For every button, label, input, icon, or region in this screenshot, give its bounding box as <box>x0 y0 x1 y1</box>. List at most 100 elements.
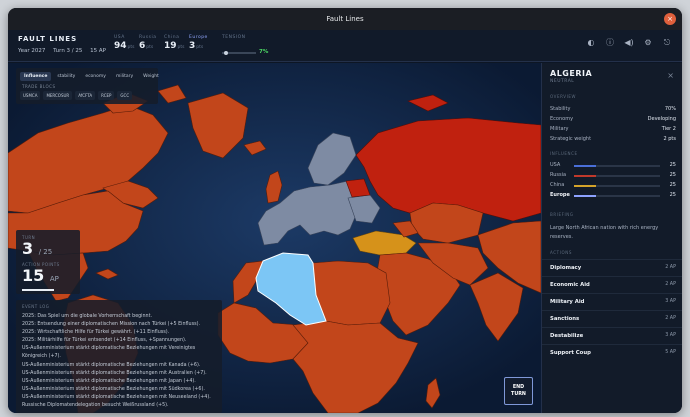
action-cost: 3 AP <box>665 299 676 304</box>
ap-bar <box>22 289 54 291</box>
event-log-panel[interactable]: EVENT LOG 2025: Das Spiel um die globale… <box>16 300 222 413</box>
action-sanctions[interactable]: Sanctions 2 AP <box>542 310 682 327</box>
turn-number: 3 <box>22 239 34 258</box>
log-line: 2025: Wirtschaftliche Hilfe für Türkei g… <box>22 330 170 336</box>
score-usa: USA 94pts <box>114 35 135 51</box>
score-usa-label: USA <box>114 35 125 40</box>
influence-fill <box>574 174 596 177</box>
action-cost: 2 AP <box>665 316 676 321</box>
tab-stability[interactable]: stability <box>53 72 79 81</box>
score-china: China 19pts <box>164 35 185 51</box>
influence-fill <box>574 184 596 187</box>
score-usa-unit: pts <box>127 45 135 50</box>
tab-military[interactable]: military <box>112 72 137 81</box>
end-turn-line2: TURN <box>511 392 526 397</box>
influence-value: 25 <box>669 182 676 188</box>
log-line: US-Außenministerium stärkt diplomatische… <box>22 346 196 352</box>
overview-row: Stability 70% <box>550 106 676 112</box>
country-status: NEUTRAL <box>550 79 575 84</box>
bloc-rcep[interactable]: RCEP <box>98 91 115 100</box>
action-name: Diplomacy <box>550 265 582 271</box>
log-line: 2025: Militärhilfe für Türkei entsendet … <box>22 338 187 344</box>
world-map[interactable]: Influence stability economy military Wei… <box>8 63 541 413</box>
log-line: US-Außenministerium stärkt diplomatische… <box>22 378 196 384</box>
action-support-coup[interactable]: Support Coup 5 AP <box>542 344 682 361</box>
close-window-button[interactable]: × <box>664 13 676 25</box>
overview-row: Economy Developing <box>550 116 676 122</box>
settings-icon[interactable]: ⚙ <box>643 38 653 48</box>
game-window: Fault Lines × FAULT LINES Year 2027 Turn… <box>8 8 682 413</box>
influence-name: China <box>550 182 565 188</box>
action-cost: 2 AP <box>665 282 676 287</box>
overview-value: Tier 2 <box>661 126 676 132</box>
moon-icon[interactable]: ◐ <box>586 38 596 48</box>
close-sidebar-icon[interactable]: × <box>667 71 674 80</box>
score-russia-unit: pts <box>146 45 154 50</box>
tension-stat: TENSION <box>222 35 246 40</box>
tension-value: 7% <box>259 49 269 55</box>
end-turn-button[interactable]: END TURN <box>504 377 533 405</box>
title-bar: Fault Lines × <box>8 8 682 30</box>
turn-panel: TURN 3 / 25 ACTION POINTS 15 AP <box>16 230 80 294</box>
log-line: US-Außenministerium stärkt diplomatische… <box>22 370 207 376</box>
overview-title: OVERVIEW <box>550 94 577 99</box>
influence-title: INFLUENCE <box>550 151 578 156</box>
info-icon[interactable]: ⓘ <box>605 38 615 48</box>
score-europe-value: 3 <box>189 41 196 51</box>
event-log-title: EVENT LOG <box>22 304 50 309</box>
log-line: US-Außenministerium stärkt diplomatische… <box>22 362 201 368</box>
action-military-aid[interactable]: Military Aid 3 AP <box>542 293 682 310</box>
score-russia-value: 6 <box>139 41 146 51</box>
map-mode-panel: Influence stability economy military Wei… <box>16 68 159 104</box>
score-europe-label: Europe <box>189 35 208 40</box>
sound-icon[interactable]: ◀) <box>624 38 634 48</box>
ap-number: 15 <box>22 266 45 285</box>
event-log-lines: 2025: Das Spiel um die globale Vorherrsc… <box>22 313 222 410</box>
bloc-gcc[interactable]: GCC <box>117 91 133 100</box>
action-diplomacy[interactable]: Diplomacy 2 AP <box>542 259 682 276</box>
action-name: Sanctions <box>550 316 580 322</box>
influence-name: Europe <box>550 192 570 198</box>
overview-key: Economy <box>550 116 574 122</box>
tab-weight[interactable]: Weight <box>139 72 163 81</box>
window-title: Fault Lines <box>326 15 364 23</box>
influence-value: 25 <box>669 162 676 168</box>
influence-track <box>574 174 660 177</box>
turn-panel-value: 3 / 25 <box>22 239 52 258</box>
overview-value: 70% <box>664 106 676 112</box>
action-cost: 2 AP <box>665 265 676 270</box>
influence-track <box>574 164 660 167</box>
game-name: FAULT LINES <box>18 35 78 43</box>
country-libya-egypt[interactable] <box>312 260 391 326</box>
influence-fill <box>574 164 596 167</box>
log-line: US-Außenministerium stärkt diplomatische… <box>22 394 211 400</box>
tab-influence[interactable]: Influence <box>20 72 52 81</box>
action-economic-aid[interactable]: Economic Aid 2 AP <box>542 276 682 293</box>
score-russia-label: Russia <box>139 35 157 40</box>
bloc-mercosur[interactable]: MERCOSUR <box>43 91 73 100</box>
tension-label: TENSION <box>222 35 246 40</box>
bloc-usmca[interactable]: USMCA <box>20 91 41 100</box>
tab-economy[interactable]: economy <box>81 72 110 81</box>
overview-key: Strategic weight <box>550 136 592 142</box>
ap-unit: AP <box>49 275 59 283</box>
action-destabilize[interactable]: Destabilize 3 AP <box>542 327 682 344</box>
influence-name: USA <box>550 162 561 168</box>
turn-total: / 25 <box>38 248 53 256</box>
log-line: US-Außenministerium stärkt diplomatische… <box>22 386 205 392</box>
overview-row: Military Tier 2 <box>550 126 676 132</box>
score-china-label: China <box>164 35 180 40</box>
briefing-title: BRIEFING <box>550 212 574 217</box>
overview-value: Developing <box>647 116 676 122</box>
country-name: ALGERIA <box>550 69 593 78</box>
log-line: Königreich (+7). <box>22 354 61 360</box>
overview-row: Strategic weight 2 pts <box>550 136 676 142</box>
influence-row-europe: Europe 25 <box>550 192 676 200</box>
score-europe: Europe 3pts <box>189 35 208 51</box>
exit-icon[interactable]: ⎋ <box>662 38 672 48</box>
influence-track <box>574 194 660 197</box>
log-line: Russische Diplomatendelegation besucht W… <box>22 403 169 409</box>
ap-panel-value: 15 AP <box>22 266 59 285</box>
ap-label: 15 AP <box>90 48 106 54</box>
bloc-afcfta[interactable]: AfCFTA <box>75 91 96 100</box>
